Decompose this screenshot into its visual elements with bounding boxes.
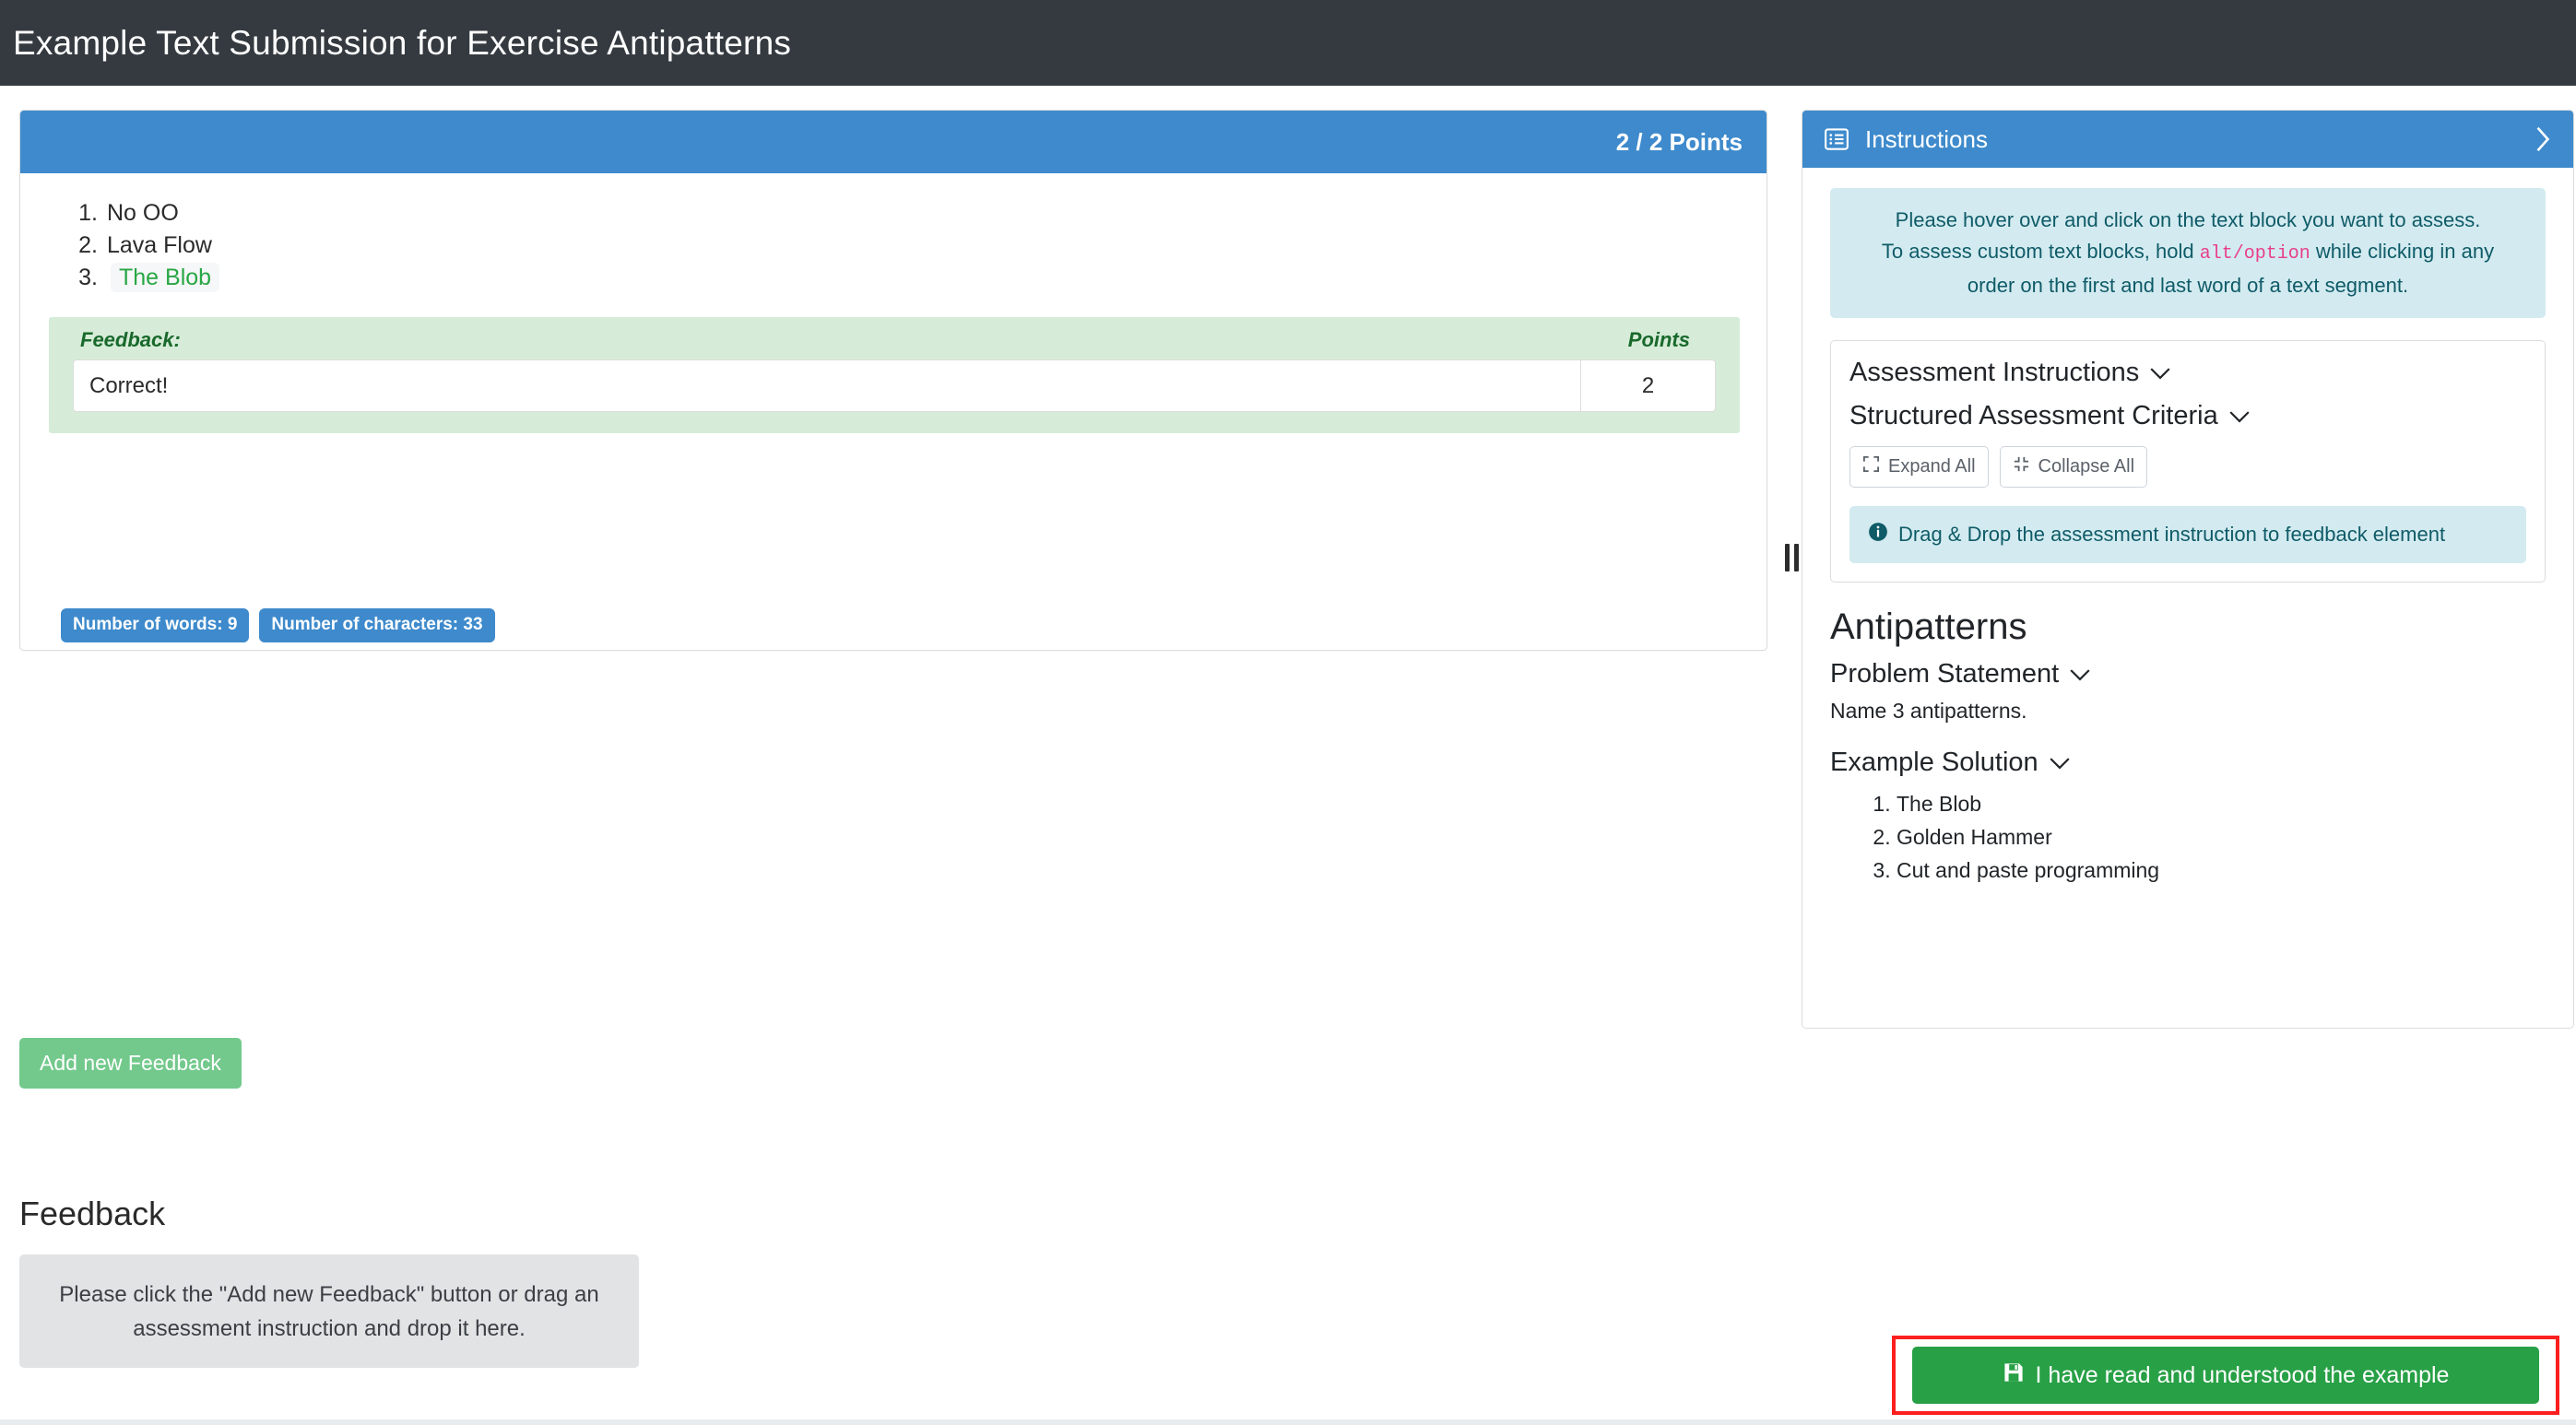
instructions-body: Please hover over and click on the text … (1802, 168, 2573, 887)
points-badge: 2 / 2 Points (1615, 127, 1743, 156)
save-icon (2003, 1361, 2025, 1390)
submission-card-header: 2 / 2 Points (20, 111, 1767, 173)
points-label: Points (1627, 328, 1690, 351)
feedback-text-input[interactable]: Correct! (73, 359, 1581, 412)
list-icon (1823, 125, 1850, 153)
assessment-instructions-title: Assessment Instructions (1849, 358, 2140, 387)
bottom-divider (0, 1419, 2576, 1425)
list-item: Cut and paste programming (1897, 854, 2546, 887)
chevron-down-icon (2049, 748, 2071, 778)
text-counters: Number of words: 9 Number of characters:… (61, 608, 495, 642)
key-separator: / (2232, 243, 2244, 265)
instructions-panel-title: Instructions (1865, 124, 1988, 153)
confirm-button-label: I have read and understood the example (2035, 1361, 2450, 1388)
assessment-criteria-card: Assessment Instructions Structured Asses… (1830, 340, 2546, 583)
feedback-points-input[interactable]: 2 (1581, 359, 1716, 412)
solution-item-2: Golden Hammer (1897, 825, 2052, 849)
problem-statement-toggle[interactable]: Problem Statement (1830, 659, 2546, 689)
collapse-all-label: Collapse All (2038, 456, 2135, 477)
list-item: Golden Hammer (1897, 820, 2546, 854)
inline-feedback-inputs: Correct! 2 (49, 352, 1740, 412)
character-count-badge: Number of characters: 33 (259, 608, 495, 642)
problem-statement-title: Problem Statement (1830, 659, 2060, 689)
expand-all-label: Expand All (1888, 456, 1976, 477)
expand-collapse-toolbar: Expand All Collapse All (1849, 446, 2526, 488)
answer-text-3-assessed[interactable]: The Blob (111, 263, 220, 292)
confirm-button-highlight: I have read and understood the example (1892, 1336, 2559, 1415)
dragdrop-hint-text: Drag & Drop the assessment instruction t… (1898, 523, 2446, 546)
structured-criteria-toggle[interactable]: Structured Assessment Criteria (1849, 401, 2526, 431)
feedback-section-heading: Feedback (19, 1195, 166, 1232)
chevron-down-icon (2069, 659, 2091, 689)
chevron-down-icon (2149, 358, 2171, 388)
instructions-header[interactable]: Instructions (1802, 111, 2573, 168)
example-solution-title: Example Solution (1830, 748, 2038, 777)
hint-line-3: order on the first and last word of a te… (1967, 274, 2409, 297)
key-option: option (2243, 243, 2310, 265)
problem-statement-text: Name 3 antipatterns. (1830, 699, 2027, 723)
expand-all-button[interactable]: Expand All (1849, 446, 1989, 488)
answer-text-2: Lava Flow (107, 232, 212, 258)
instructions-card: Instructions Please hover over and click… (1802, 110, 2574, 1029)
example-solution-toggle[interactable]: Example Solution (1830, 748, 2546, 778)
assessment-hint-alert: Please hover over and click on the text … (1830, 188, 2546, 318)
submission-card: 2 / 2 Points No OO Lava Flow The Blob Fe… (19, 110, 1767, 651)
answer-text-1: No OO (107, 200, 179, 226)
feedback-dropzone-text: Please click the "Add new Feedback" butt… (59, 1281, 599, 1341)
assessment-instructions-toggle[interactable]: Assessment Instructions (1849, 358, 2526, 388)
problem-title: Antipatterns (1830, 607, 2027, 647)
chevron-down-icon (2228, 401, 2251, 431)
collapse-all-button[interactable]: Collapse All (1999, 446, 2148, 488)
resize-grip-bar (1784, 544, 1790, 571)
solution-item-1: The Blob (1897, 792, 1982, 816)
collapse-icon (2013, 455, 2030, 478)
app-root: Example Text Submission for Exercise Ant… (0, 0, 2576, 1425)
confirm-read-button[interactable]: I have read and understood the example (1912, 1347, 2539, 1404)
chevron-right-icon[interactable] (2533, 125, 2553, 153)
dragdrop-hint-alert: Drag & Drop the assessment instruction t… (1849, 506, 2526, 563)
structured-criteria-title: Structured Assessment Criteria (1849, 401, 2218, 430)
feedback-dropzone[interactable]: Please click the "Add new Feedback" butt… (19, 1254, 639, 1368)
student-answer-list: No OO Lava Flow The Blob (20, 173, 1767, 294)
list-item[interactable]: The Blob (72, 262, 1767, 294)
key-alt: alt (2199, 243, 2233, 265)
resize-grip-bar (1793, 544, 1799, 571)
hint-line-1: Please hover over and click on the text … (1895, 208, 2481, 231)
submission-column: 2 / 2 Points No OO Lava Flow The Blob Fe… (0, 86, 1789, 1425)
info-circle-icon (1868, 522, 1888, 548)
list-item[interactable]: No OO (72, 197, 1767, 230)
list-item: The Blob (1897, 787, 2546, 820)
inline-feedback-labels: Feedback: Points (49, 317, 1740, 352)
feedback-label: Feedback: (80, 328, 181, 351)
add-new-feedback-button[interactable]: Add new Feedback (19, 1038, 242, 1089)
list-item[interactable]: Lava Flow (72, 230, 1767, 262)
expand-icon (1862, 455, 1880, 478)
page-title: Example Text Submission for Exercise Ant… (13, 23, 792, 62)
inline-feedback-block: Feedback: Points Correct! 2 (49, 317, 1740, 433)
instructions-column: Instructions Please hover over and click… (1802, 86, 2576, 1425)
panel-resize-handle[interactable] (1781, 542, 1802, 573)
example-solution-list: The Blob Golden Hammer Cut and paste pro… (1830, 787, 2546, 887)
word-count-badge: Number of words: 9 (61, 608, 250, 642)
hint-line-2-pre: To assess custom text blocks, hold (1881, 240, 2200, 263)
hint-line-2-post: while clicking in any (2310, 240, 2495, 263)
solution-item-3: Cut and paste programming (1897, 858, 2160, 882)
app-header: Example Text Submission for Exercise Ant… (0, 0, 2576, 86)
